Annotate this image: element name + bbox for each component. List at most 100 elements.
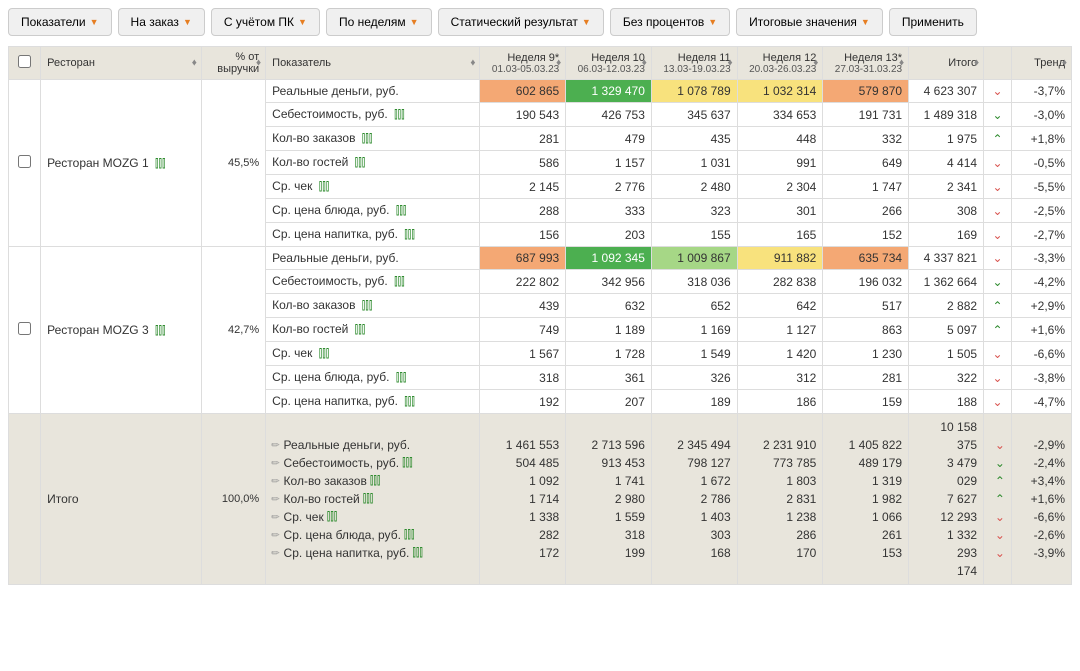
revenue-pct: 45,5% <box>201 80 265 247</box>
total-value: 1 489 318 <box>909 103 984 127</box>
week-value: 345 637 <box>651 103 737 127</box>
label: Без процентов <box>623 15 704 29</box>
row-checkbox-cell <box>9 80 41 247</box>
week-value: 1 078 789 <box>651 80 737 103</box>
header-restaurant[interactable]: Ресторан♦ <box>41 47 202 80</box>
chart-icon[interactable]: ⫿⫿⫿ <box>404 396 415 408</box>
week-value: 153 <box>829 544 902 562</box>
week-value: 159 <box>823 390 909 414</box>
week-value: 1 157 <box>566 151 652 175</box>
week-value: 2 304 <box>737 175 823 199</box>
header-week1[interactable]: Неделя 9*01.03-05.03.23♦ <box>480 47 566 80</box>
label: Итого <box>948 57 977 69</box>
chart-icon[interactable]: ⫿⫿⫿ <box>412 547 423 560</box>
week-value: 1 728 <box>566 342 652 366</box>
total-value: 1 362 664 <box>909 270 984 294</box>
total-value: 029 <box>915 472 977 490</box>
chart-icon[interactable]: ⫿⫿⫿ <box>363 493 374 506</box>
filter-pc[interactable]: С учётом ПК▼ <box>211 8 320 36</box>
week-value: 1 092 345 <box>566 247 652 270</box>
filter-period[interactable]: По неделям▼ <box>326 8 432 36</box>
filter-totals[interactable]: Итоговые значения▼ <box>736 8 883 36</box>
chart-icon[interactable]: ⫿⫿⫿ <box>327 511 338 524</box>
select-all-checkbox[interactable] <box>18 55 31 68</box>
chart-icon[interactable]: ⫿⫿⫿ <box>155 325 166 337</box>
filter-result[interactable]: Статический результат▼ <box>438 8 604 36</box>
sort-icon: ♦ <box>728 58 733 69</box>
week-value: 303 <box>658 526 731 544</box>
week-value: 439 <box>480 294 566 318</box>
chart-icon[interactable]: ⫿⫿⫿ <box>155 158 166 170</box>
header-week2[interactable]: Неделя 1006.03-12.03.23♦ <box>566 47 652 80</box>
header-trend[interactable]: Тренд♦ <box>1011 47 1071 80</box>
chart-icon[interactable]: ⫿⫿⫿ <box>319 181 330 193</box>
filter-percent[interactable]: Без процентов▼ <box>610 8 730 36</box>
header-total[interactable]: Итого♦ <box>909 47 984 80</box>
chart-icon[interactable]: ⫿⫿⫿ <box>355 324 366 336</box>
week-value: 2 345 494 <box>658 436 731 454</box>
week-value: 152 <box>823 223 909 247</box>
trend-value: -4,7% <box>1011 390 1071 414</box>
week-value: 1 230 <box>823 342 909 366</box>
trend-icon-cell: ⌄ <box>984 175 1012 199</box>
row-checkbox[interactable] <box>18 322 31 335</box>
week-value: 2 831 <box>744 490 817 508</box>
chart-icon[interactable]: ⫿⫿⫿ <box>404 229 415 241</box>
week-value: 2 786 <box>658 490 731 508</box>
header-pct[interactable]: % от выручки♦ <box>201 47 265 80</box>
totals-label: Итого <box>41 414 202 585</box>
chart-icon[interactable]: ⫿⫿⫿ <box>396 205 407 217</box>
chart-icon[interactable]: ⫿⫿⫿ <box>355 157 366 169</box>
week-value: 798 127 <box>658 454 731 472</box>
pin-icon: ✎ <box>269 510 283 524</box>
total-value: 1 975 <box>909 127 984 151</box>
pin-icon: ✎ <box>269 546 283 560</box>
week-value: 301 <box>737 199 823 223</box>
week-value: 2 980 <box>572 490 645 508</box>
week-value: 1 714 <box>486 490 559 508</box>
table-row: Ресторан MOZG 3 ⫿⫿⫿42,7%Реальные деньги,… <box>9 247 1072 270</box>
row-checkbox[interactable] <box>18 155 31 168</box>
chart-icon[interactable]: ⫿⫿⫿ <box>394 276 405 288</box>
trend-value: -2,4% <box>1018 454 1065 472</box>
week-value: 222 802 <box>480 270 566 294</box>
totals-trend-icon: ⌄⌄⌃⌃⌄⌄⌄ <box>984 414 1012 585</box>
week-value: 749 <box>480 318 566 342</box>
chart-icon[interactable]: ⫿⫿⫿ <box>362 300 373 312</box>
week-value: 911 882 <box>737 247 823 270</box>
label: Показатели <box>21 15 86 29</box>
header-indicator[interactable]: Показатель♦ <box>266 47 480 80</box>
chart-icon[interactable]: ⫿⫿⫿ <box>370 475 381 488</box>
chart-icon[interactable]: ⫿⫿⫿ <box>362 133 373 145</box>
trend-value: -3,9% <box>1018 544 1065 562</box>
metric-name: Реальные деньги, руб. <box>266 80 480 103</box>
trend-down-icon: ⌄ <box>995 510 1005 524</box>
header-week5[interactable]: Неделя 13*27.03-31.03.23♦ <box>823 47 909 80</box>
empty-cell <box>9 414 41 585</box>
total-value: 4 623 307 <box>909 80 984 103</box>
trend-icon-cell: ⌄ <box>990 526 1005 544</box>
chart-icon[interactable]: ⫿⫿⫿ <box>396 372 407 384</box>
chart-icon[interactable]: ⫿⫿⫿ <box>404 529 415 542</box>
filter-order[interactable]: На заказ▼ <box>118 8 205 36</box>
label: % от выручки <box>217 51 259 75</box>
chart-icon[interactable]: ⫿⫿⫿ <box>402 457 413 470</box>
trend-value: +3,4% <box>1018 472 1065 490</box>
week-value: 155 <box>651 223 737 247</box>
header-week4[interactable]: Неделя 1220.03-26.03.23♦ <box>737 47 823 80</box>
week-value: 312 <box>737 366 823 390</box>
metric-name: ✎Ср. чек ⫿⫿⫿ <box>272 508 473 526</box>
header-checkbox[interactable] <box>9 47 41 80</box>
chart-icon[interactable]: ⫿⫿⫿ <box>394 109 405 121</box>
week-value: 1 982 <box>829 490 902 508</box>
chart-icon[interactable]: ⫿⫿⫿ <box>319 348 330 360</box>
apply-button[interactable]: Применить <box>889 8 977 36</box>
sublabel: 13.03-19.03.23 <box>658 64 731 75</box>
filter-indicators[interactable]: Показатели▼ <box>8 8 112 36</box>
week-value: 334 653 <box>737 103 823 127</box>
week-value: 286 <box>744 526 817 544</box>
trend-down-icon: ⌄ <box>995 456 1005 470</box>
total-value: 169 <box>909 223 984 247</box>
data-table: Ресторан♦ % от выручки♦ Показатель♦ Неде… <box>8 46 1072 585</box>
header-week3[interactable]: Неделя 1113.03-19.03.23♦ <box>651 47 737 80</box>
